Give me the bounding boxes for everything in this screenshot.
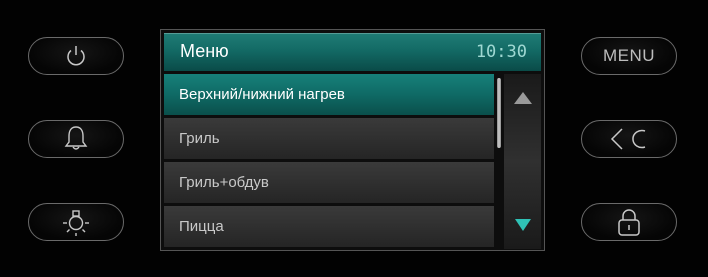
arrow-up-icon[interactable] — [513, 92, 532, 104]
light-button[interactable] — [28, 203, 124, 241]
menu-item-pizza[interactable]: Пицца — [164, 206, 494, 247]
menu-item-grill-fan[interactable]: Гриль+обдув — [164, 162, 494, 203]
display-screen: Меню 10:30 Верхний/нижний нагрев Гриль Г… — [160, 29, 545, 251]
lock-button[interactable] — [581, 203, 677, 241]
menu-item-top-bottom-heat[interactable]: Верхний/нижний нагрев — [164, 74, 494, 115]
lock-icon — [618, 209, 640, 236]
screen-title: Меню — [180, 41, 229, 61]
menu-item-label: Гриль+обдув — [179, 174, 269, 191]
clock: 10:30 — [475, 42, 527, 62]
arrow-down-icon[interactable] — [514, 219, 531, 231]
bell-icon — [64, 126, 88, 150]
back-icon — [610, 128, 646, 150]
scrollbar-thumb[interactable] — [497, 78, 501, 148]
oven-control-panel: Меню 10:30 Верхний/нижний нагрев Гриль Г… — [0, 0, 708, 277]
power-button[interactable] — [28, 37, 124, 75]
timer-button[interactable] — [28, 120, 124, 158]
light-icon — [63, 210, 89, 236]
menu-item-label: Гриль — [179, 130, 220, 147]
menu-item-label: Пицца — [179, 218, 224, 235]
menu-button[interactable]: MENU — [581, 37, 677, 75]
power-icon — [67, 46, 85, 66]
menu-list: Верхний/нижний нагрев Гриль Гриль+обдув … — [164, 74, 494, 250]
screen-header: Меню 10:30 — [164, 33, 541, 71]
menu-button-label: MENU — [602, 46, 656, 65]
menu-item-label: Верхний/нижний нагрев — [179, 86, 345, 103]
menu-item-grill[interactable]: Гриль — [164, 118, 494, 159]
scroll-column — [504, 74, 541, 249]
back-button[interactable] — [581, 120, 677, 158]
